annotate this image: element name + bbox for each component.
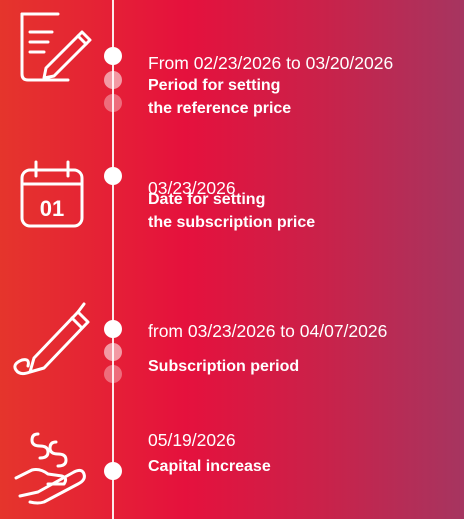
event-title: Subscription period <box>148 358 300 375</box>
timeline-dot-faint <box>104 343 122 361</box>
hand-coins-icon <box>8 430 96 506</box>
timeline-dot-faint <box>104 94 122 112</box>
event-title: the subscription price <box>148 214 316 231</box>
event-date: 05/19/2026 <box>148 430 236 450</box>
event-title: the reference price <box>148 100 292 117</box>
event-title: Capital increase <box>148 458 271 475</box>
timeline-dot-faint <box>104 365 122 383</box>
event-title: Date for setting <box>148 191 266 208</box>
event-date: from 03/23/2026 to 04/07/2026 <box>148 321 388 341</box>
timeline-dot <box>104 47 122 65</box>
svg-text:01: 01 <box>40 196 64 221</box>
pen-icon <box>8 300 96 376</box>
event-date: From 02/23/2026 to 03/20/2026 <box>148 53 394 73</box>
timeline-panel: From 02/23/2026 to 03/20/2026 Period for… <box>0 0 464 519</box>
timeline-dot <box>104 462 122 480</box>
timeline-dot-faint <box>104 71 122 89</box>
timeline-dot <box>104 167 122 185</box>
calendar-icon: 01 <box>8 158 96 234</box>
document-pen-icon <box>8 10 96 86</box>
timeline-dot <box>104 320 122 338</box>
event-title: Period for setting <box>148 77 281 94</box>
